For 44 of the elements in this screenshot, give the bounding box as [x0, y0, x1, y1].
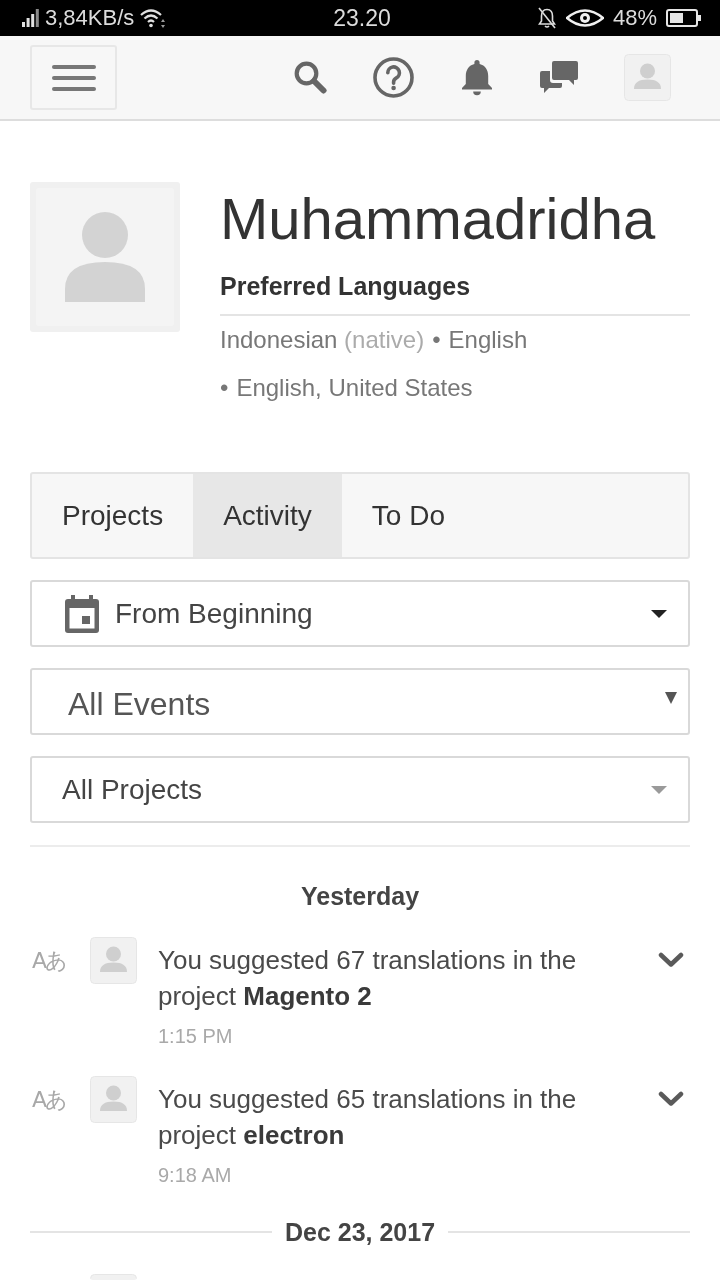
translate-icon: Aあ: [32, 1086, 67, 1114]
caret-icon: [651, 785, 667, 794]
language-name: English, United States: [236, 373, 473, 403]
date-heading: Yesterday: [300, 881, 420, 911]
status-time: 23.20: [333, 5, 391, 31]
activity-text: You suggested 65 translations in the project electron: [158, 1083, 578, 1152]
tab[interactable]: Activity: [193, 474, 342, 557]
chevron-down-icon: [658, 1091, 684, 1107]
signal-icon: [22, 9, 39, 27]
timestamp: 9:18 AM: [158, 1163, 233, 1188]
avatar-icon: [30, 182, 180, 332]
battery-icon: [666, 9, 702, 27]
tab[interactable]: Projects: [32, 474, 194, 557]
dropdown[interactable]: From Beginning: [30, 580, 690, 647]
dropdown[interactable]: All Projects: [30, 756, 690, 823]
chevron-down-icon: [658, 952, 684, 968]
dropdown[interactable]: All Events: [30, 668, 690, 735]
caret-icon: [651, 609, 667, 618]
battery-percent: 48%: [612, 5, 657, 31]
profile-name: Muhammadridha: [220, 185, 657, 252]
date-heading: Dec 23, 2017: [284, 1217, 436, 1247]
translate-icon: Aあ: [32, 947, 67, 975]
languages-heading: Preferred Languages: [220, 271, 690, 316]
timestamp: 1:15 PM: [158, 1024, 234, 1049]
bullet-separator: •: [220, 373, 229, 403]
caret-icon: [665, 691, 677, 704]
help-icon[interactable]: [373, 57, 414, 98]
bullet-separator: •: [432, 325, 441, 355]
chat-icon[interactable]: [540, 60, 578, 95]
tab[interactable]: To Do: [341, 474, 475, 557]
network-speed: 3,84KB/s: [45, 5, 135, 31]
muted-bell-icon: [536, 7, 557, 29]
menu-button[interactable]: [30, 45, 117, 110]
search-icon[interactable]: [294, 61, 327, 94]
calendar-icon: [64, 594, 100, 633]
eye-icon: [565, 9, 604, 27]
menu-icon: [51, 64, 96, 91]
language-name: English: [448, 325, 528, 355]
bell-icon[interactable]: [460, 59, 494, 96]
expand-button[interactable]: [658, 1091, 684, 1107]
wifi-icon: [140, 8, 167, 28]
expand-button[interactable]: [658, 952, 684, 968]
activity-text: You suggested 67 translations in the project Magento 2: [158, 944, 578, 1013]
language-name: Indonesian (native): [220, 325, 425, 355]
